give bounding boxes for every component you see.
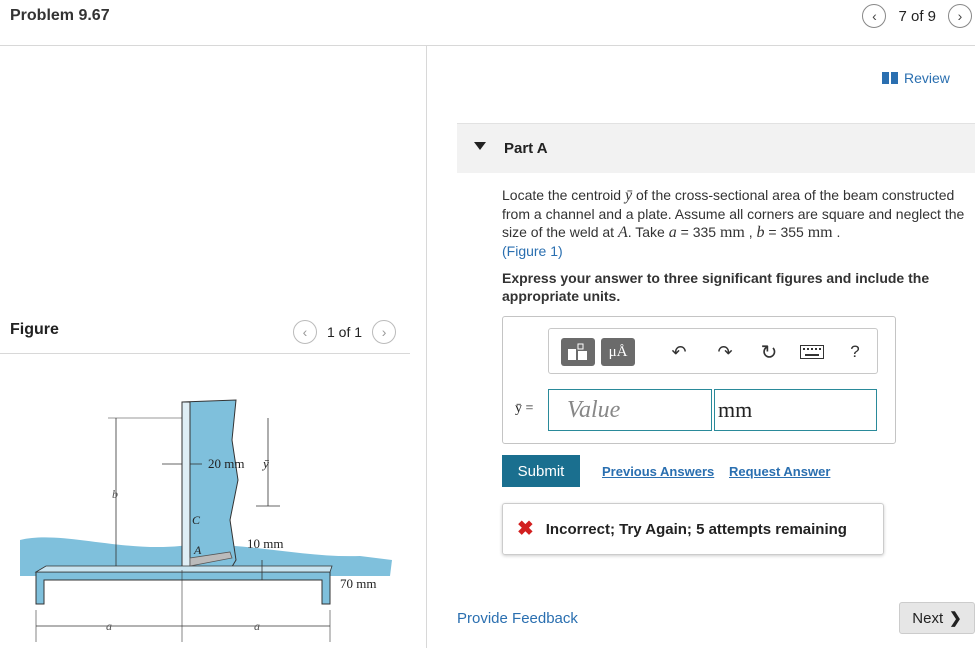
question-unit: mm <box>807 224 833 241</box>
figure-heading: Figure <box>10 321 59 338</box>
keyboard-icon <box>800 345 824 359</box>
question-text: Locate the centroid ȳ of the cross-secti… <box>502 186 972 260</box>
provide-feedback-link[interactable]: Provide Feedback <box>457 610 578 627</box>
label-a-left: a <box>106 619 112 633</box>
question-part: . <box>832 224 841 240</box>
keyboard-button[interactable] <box>799 338 825 366</box>
next-label: Next <box>912 609 944 627</box>
next-problem-button[interactable]: › <box>948 4 972 28</box>
chevron-right-icon: › <box>957 8 963 24</box>
chevron-right-icon: › <box>381 324 387 340</box>
templates-button[interactable] <box>561 338 595 366</box>
label-b: b <box>112 487 118 501</box>
question-weld-point: A <box>617 224 628 241</box>
problem-count: 7 of 9 <box>898 7 936 25</box>
channel-top-face <box>34 565 333 573</box>
question-part: Locate the centroid <box>502 187 625 203</box>
x-icon: ✖ <box>517 518 534 540</box>
request-answer-link[interactable]: Request Answer <box>729 464 830 479</box>
feedback-text: Incorrect; Try Again; 5 attempts remaini… <box>545 520 847 538</box>
chevron-left-icon: ‹ <box>872 8 877 24</box>
question-part: = 355 <box>764 224 808 240</box>
review-link[interactable]: Review <box>882 70 950 86</box>
book-icon <box>882 72 898 84</box>
question-part: = 335 <box>676 224 720 240</box>
chevron-left-icon: ‹ <box>302 324 308 340</box>
panel-divider <box>426 46 427 648</box>
problem-title: Problem 9.67 <box>10 7 110 24</box>
answer-label: ȳ = <box>515 401 534 416</box>
redo-icon: ↷ <box>717 341 733 362</box>
prev-problem-button[interactable]: ‹ <box>862 4 887 28</box>
question-unit: mm <box>719 224 745 241</box>
figure-link[interactable]: (Figure 1) <box>502 243 563 259</box>
submit-button[interactable]: Submit <box>502 455 580 487</box>
question-var-a: a <box>668 224 677 241</box>
label-a-right: a <box>254 619 260 633</box>
undo-button[interactable]: ↶ <box>667 338 691 366</box>
part-title: Part A <box>504 140 548 157</box>
caret-down-icon <box>474 142 486 150</box>
units-button[interactable]: μÅ <box>601 338 635 366</box>
undo-icon: ↶ <box>671 341 687 362</box>
reset-button[interactable]: ↻ <box>757 338 781 366</box>
beam-figure: 20 mm ȳ 10 mm 70 mm b C A a a <box>20 399 392 642</box>
label-c: C <box>192 513 201 527</box>
templates-icon <box>568 343 587 360</box>
figure-pager: ‹ 1 of 1 › <box>293 320 397 344</box>
label-20mm: 20 mm <box>208 456 244 471</box>
label-ybar: ȳ <box>261 456 269 471</box>
label-10mm: 10 mm <box>247 536 283 551</box>
label-a-weld: A <box>193 543 202 557</box>
next-figure-button[interactable]: › <box>372 320 397 344</box>
instruction-text: Express your answer to three significant… <box>502 270 930 304</box>
figure-count: 1 of 1 <box>327 324 363 340</box>
review-label: Review <box>904 70 950 86</box>
answer-box: μÅ ↶ ↷ ↻ ? ȳ = <box>502 316 896 444</box>
question-part: . Take <box>627 224 669 240</box>
channel-section <box>35 571 331 605</box>
redo-button[interactable]: ↷ <box>713 338 737 366</box>
next-button[interactable]: Next ❯ <box>899 602 975 634</box>
reset-icon: ↻ <box>760 341 778 364</box>
prev-figure-button[interactable]: ‹ <box>293 320 317 344</box>
problem-pager: ‹ 7 of 9 › <box>862 4 972 28</box>
unit-input[interactable] <box>714 389 877 431</box>
part-a-header[interactable]: Part A <box>457 123 975 173</box>
value-input[interactable] <box>548 389 712 431</box>
plate-edge <box>181 401 191 571</box>
chevron-right-icon: ❯ <box>949 610 962 627</box>
top-bar: Problem 9.67 ‹ 7 of 9 › <box>0 0 975 46</box>
label-70mm: 70 mm <box>340 576 376 591</box>
figure-separator <box>0 353 410 354</box>
help-button[interactable]: ? <box>847 338 863 366</box>
math-toolbar: μÅ ↶ ↷ ↻ ? <box>548 328 878 374</box>
feedback-box: ✖ Incorrect; Try Again; 5 attempts remai… <box>502 503 884 555</box>
previous-answers-link[interactable]: Previous Answers <box>602 464 714 479</box>
question-part: , <box>744 224 757 240</box>
question-var-b: b <box>756 224 765 241</box>
